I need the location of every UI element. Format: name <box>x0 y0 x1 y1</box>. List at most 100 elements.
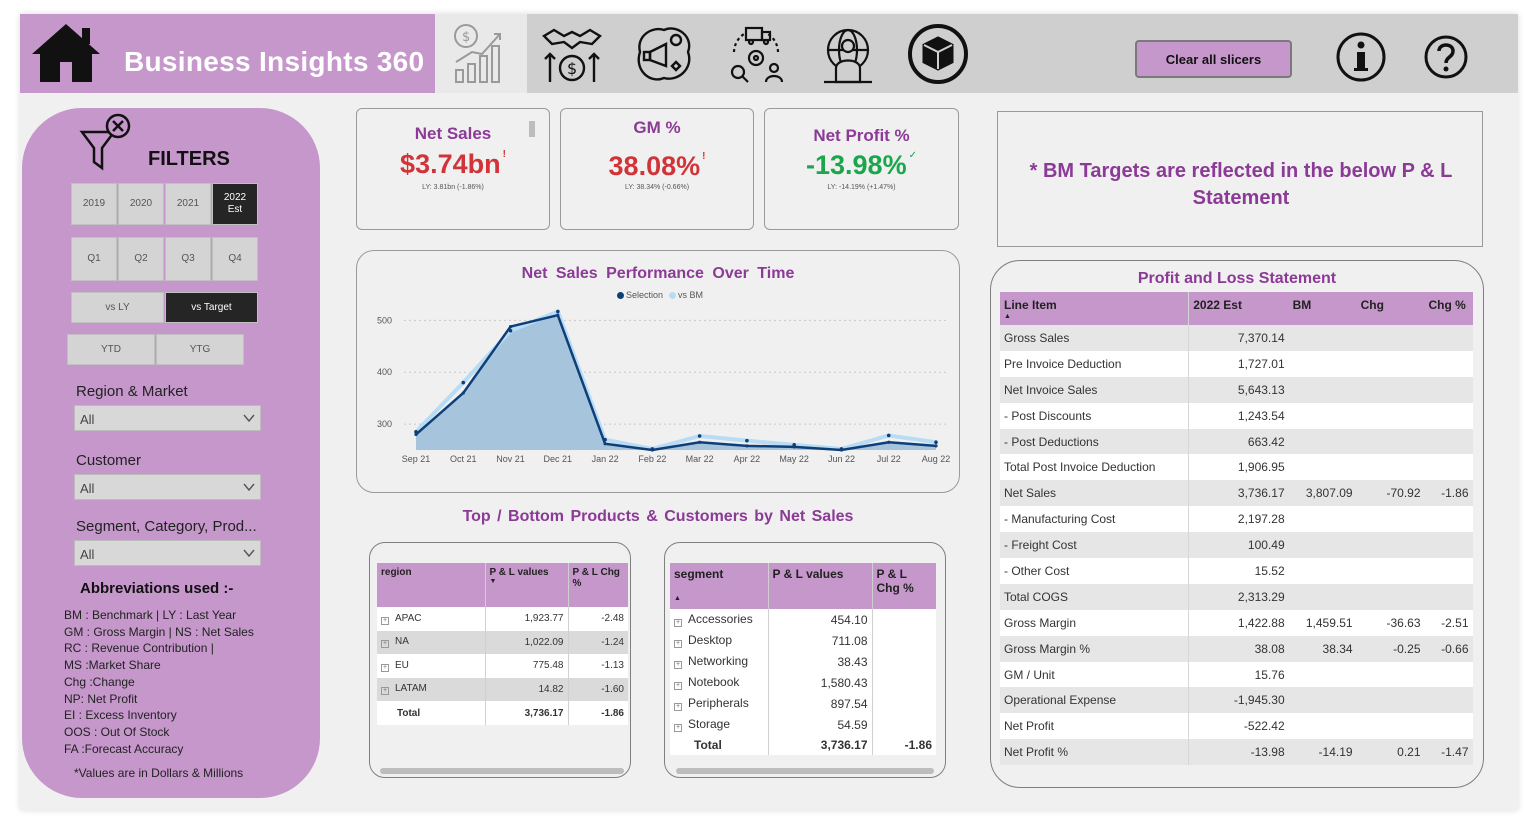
pl-row[interactable]: Total COGS 2,313.29 <box>1000 583 1473 610</box>
expand-icon[interactable]: + <box>674 619 682 627</box>
quarter-slicer-q3[interactable]: Q3 <box>165 237 211 281</box>
legend-item-selection[interactable]: Selection <box>617 290 663 300</box>
year-slicer-2020[interactable]: 2020 <box>118 183 164 225</box>
y-tick-label: 400 <box>377 367 392 377</box>
segment-dropdown[interactable]: All <box>74 540 261 566</box>
pl-row[interactable]: - Post Discounts 1,243.54 <box>1000 402 1473 429</box>
quarter-slicer-q4[interactable]: Q4 <box>212 237 258 281</box>
expand-icon[interactable]: + <box>674 703 682 711</box>
table-row[interactable]: + Peripherals 897.54 <box>670 693 936 714</box>
kpi-gm-card[interactable]: GM % 38.08%! LY: 38.34% (-0.66%) <box>560 108 754 230</box>
net-sales-trend-chart[interactable]: 300 400 500 Sep 21 Oct 21 Nov 21 Dec 21 Jan 22 F… <box>356 300 960 470</box>
region-table-scrollbar[interactable] <box>380 768 624 774</box>
pl-col-header-line-item[interactable]: Line Item ▲ <box>1000 292 1190 325</box>
clear-filter-icon[interactable] <box>78 112 134 174</box>
pl-row[interactable]: Gross Margin % 38.08 38.34 -0.25 -0.66 <box>1000 635 1473 662</box>
table-row[interactable]: + Accessories 454.10 <box>670 609 936 630</box>
pl-row[interactable]: Net Invoice Sales 5,643.13 <box>1000 376 1473 403</box>
region-market-dropdown[interactable]: All <box>74 405 261 431</box>
customer-dropdown[interactable]: All <box>74 474 261 500</box>
col-header-pl-values[interactable]: P & L values <box>767 563 872 609</box>
col-header-segment[interactable]: segment ▲ <box>670 563 768 609</box>
pl-cell-bm: 38.34 <box>1288 635 1357 662</box>
customer-value: All <box>80 481 95 496</box>
row-chg: -1.13 <box>567 654 628 678</box>
expand-icon[interactable]: + <box>674 682 682 690</box>
finance-view-icon[interactable]: $ <box>450 22 514 86</box>
pl-cell-bm <box>1288 661 1357 688</box>
year-slicer-2022-est[interactable]: 2022 Est <box>212 183 258 225</box>
pl-table[interactable]: Line Item ▲ 2022 Est BM Chg Chg % Gross Sales 7… <box>1000 292 1473 766</box>
pl-cell-item: GM / Unit <box>1000 661 1190 688</box>
kpi-net-sales-card[interactable]: Net Sales $3.74bn! LY: 3.81bn (-1.86%) <box>356 108 550 230</box>
pl-row[interactable]: - Manufacturing Cost 2,197.28 <box>1000 506 1473 533</box>
legend-item-vs-bm[interactable]: vs BM <box>669 290 703 300</box>
pl-row[interactable]: Gross Margin 1,422.88 1,459.51 -36.63 -2.51 <box>1000 609 1473 636</box>
expand-icon[interactable]: + <box>381 616 389 625</box>
kpi-title: Net Profit % <box>813 126 910 145</box>
col-header-region[interactable]: region <box>377 563 485 607</box>
period-slicer-ytg[interactable]: YTG <box>156 334 244 365</box>
pl-row[interactable]: Gross Sales 7,370.14 <box>1000 325 1473 351</box>
expand-icon[interactable]: + <box>381 663 389 672</box>
compare-slicer-vs-ly[interactable]: vs LY <box>71 292 164 323</box>
compare-slicer-vs-target[interactable]: vs Target <box>165 292 258 323</box>
kpi-net-profit-card[interactable]: Net Profit % -13.98% ✓ LY: -14.19% (+1.47… <box>764 108 959 230</box>
target-note-box: * BM Targets are reflected in the below … <box>997 111 1483 247</box>
executive-view-icon[interactable] <box>816 22 880 86</box>
pl-row[interactable]: Net Profit -522.42 <box>1000 713 1473 740</box>
table-row[interactable]: + NA 1,022.09 -1.24 <box>377 630 628 654</box>
col-header-pl-chg[interactable]: P & L Chg % <box>567 563 628 607</box>
year-slicer-2019[interactable]: 2019 <box>71 183 117 225</box>
pl-row[interactable]: Operational Expense -1,945.30 <box>1000 687 1473 714</box>
table-row[interactable]: + Storage 54.59 <box>670 714 936 735</box>
expand-icon[interactable]: + <box>674 661 682 669</box>
marketing-view-icon[interactable] <box>632 22 696 86</box>
table-row[interactable]: + Notebook 1,580.43 <box>670 672 936 693</box>
pl-col-header-2022-est[interactable]: 2022 Est <box>1188 292 1289 325</box>
table-row[interactable]: + LATAM 14.82 -1.60 <box>377 677 628 701</box>
pl-row[interactable]: GM / Unit 15.76 <box>1000 661 1473 688</box>
pl-col-header-chg-[interactable]: Chg % <box>1424 292 1473 325</box>
table-row[interactable]: + Networking 38.43 <box>670 651 936 672</box>
chart-title: Net Sales Performance Over Time <box>521 265 795 282</box>
kpi-scrollbar[interactable] <box>529 121 535 137</box>
vs-bm-point <box>697 434 702 438</box>
expand-icon[interactable]: + <box>674 724 682 732</box>
pl-row[interactable]: Pre Invoice Deduction 1,727.01 <box>1000 350 1473 377</box>
table-row[interactable]: + Desktop 711.08 <box>670 630 936 651</box>
segment-table-scrollbar[interactable] <box>676 768 934 774</box>
sales-view-icon[interactable]: $ <box>540 22 604 86</box>
region-table[interactable]: region P & L values ▼ P & L Chg % + APAC 1,923… <box>377 563 628 725</box>
table-row[interactable]: + EU 775.48 -1.13 <box>377 654 628 678</box>
expand-icon[interactable]: + <box>381 640 389 649</box>
pl-cell-chg: -0.25 <box>1356 635 1425 662</box>
pl-cell-item: Total COGS <box>1000 583 1190 610</box>
pl-row[interactable]: - Other Cost 15.52 <box>1000 558 1473 584</box>
expand-icon[interactable]: + <box>381 687 389 696</box>
pl-col-header-chg[interactable]: Chg <box>1356 292 1425 325</box>
pl-row[interactable]: Total Post Invoice Deduction 1,906.95 <box>1000 454 1473 481</box>
pl-row[interactable]: Net Sales 3,736.17 3,807.09 -70.92 -1.86 <box>1000 480 1473 507</box>
sort-asc-icon: ▲ <box>674 595 681 602</box>
pl-cell-est: -1,945.30 <box>1188 687 1289 714</box>
expand-icon[interactable]: + <box>674 640 682 648</box>
year-slicer-2021[interactable]: 2021 <box>165 183 211 225</box>
quarter-slicer-q2[interactable]: Q2 <box>118 237 164 281</box>
quarter-slicer-q1[interactable]: Q1 <box>71 237 117 281</box>
pl-col-header-bm[interactable]: BM <box>1288 292 1357 325</box>
pl-row[interactable]: Net Profit % -13.98 -14.19 0.21 -1.47 <box>1000 739 1473 766</box>
segment-table[interactable]: segment ▲ P & L values P & L Chg % + Accessor… <box>670 563 936 755</box>
table-row[interactable]: + APAC 1,923.77 -2.48 <box>377 607 628 631</box>
supply-chain-view-icon[interactable] <box>724 22 788 86</box>
home-icon[interactable] <box>30 22 102 84</box>
support-view-icon[interactable] <box>906 22 970 86</box>
pl-row[interactable]: - Post Deductions 663.42 <box>1000 428 1473 455</box>
pl-row[interactable]: - Freight Cost 100.49 <box>1000 532 1473 559</box>
col-header-pl-values[interactable]: P & L values ▼ <box>484 563 568 607</box>
col-header-pl-chg[interactable]: P & L Chg % <box>871 563 936 609</box>
help-icon[interactable] <box>1418 32 1474 82</box>
info-icon[interactable] <box>1333 32 1389 82</box>
clear-all-slicers-button[interactable]: Clear all slicers <box>1135 40 1292 78</box>
period-slicer-ytd[interactable]: YTD <box>67 334 155 365</box>
